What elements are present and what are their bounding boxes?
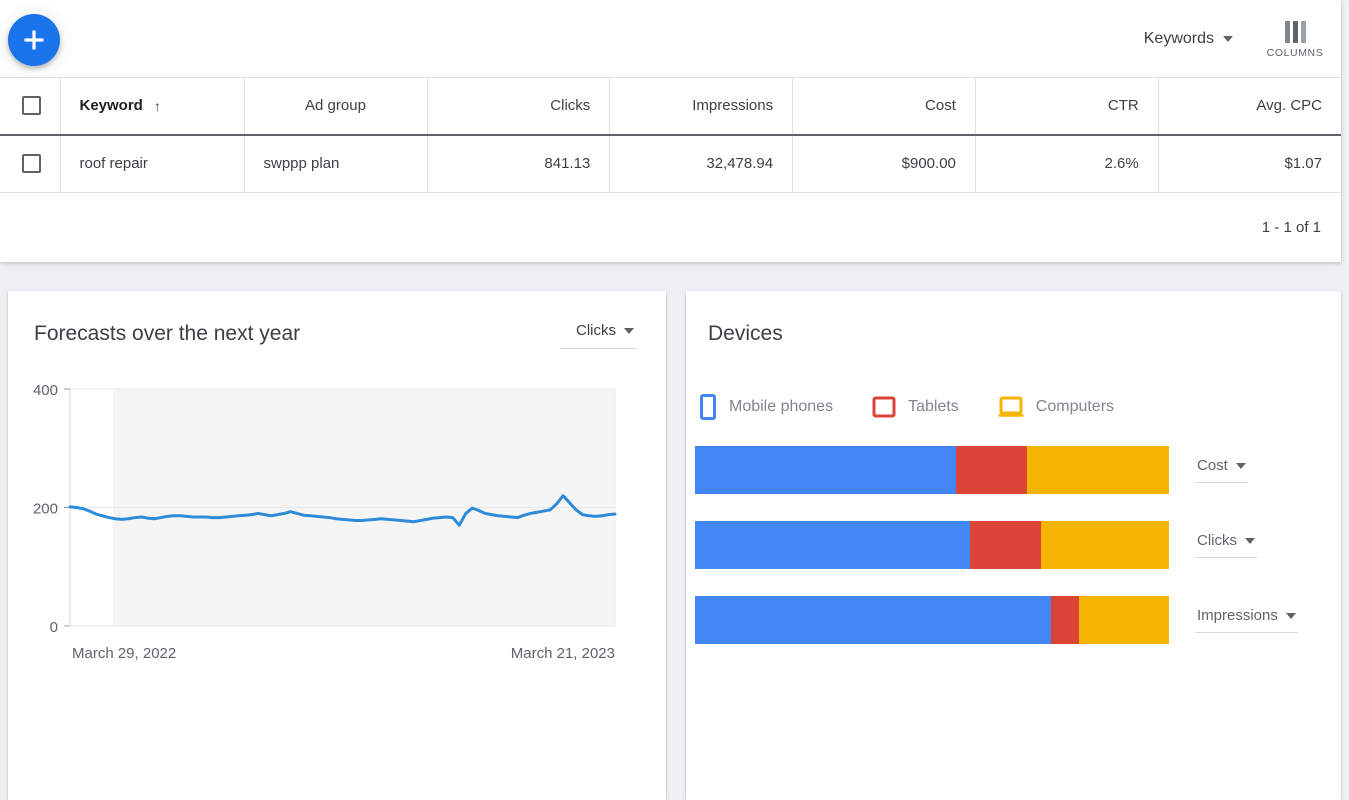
legend-item-tablets[interactable]: Tablets — [871, 394, 959, 420]
bar-segment-tablet-impressions[interactable] — [1051, 596, 1079, 644]
pagination-label: 1 - 1 of 1 — [1262, 219, 1321, 236]
cell-impressions: 32,478.94 — [610, 135, 793, 193]
devices-bar-chart: Cost Clicks Impressions — [686, 446, 1341, 644]
devices-bar-row-impressions: Impressions — [695, 596, 1341, 644]
column-header-keyword[interactable]: Keyword ↑ — [60, 78, 244, 135]
devices-metric-selector-clicks[interactable]: Clicks — [1195, 532, 1257, 558]
cell-keyword[interactable]: roof repair — [60, 135, 244, 193]
stacked-bar-cost — [695, 446, 1169, 494]
select-all-header — [0, 78, 60, 135]
tablet-icon — [871, 394, 897, 420]
plus-icon — [21, 27, 47, 53]
bar-segment-tablet-cost[interactable] — [956, 446, 1027, 494]
chevron-down-icon — [1223, 36, 1233, 42]
cell-clicks: 841.13 — [427, 135, 610, 193]
forecast-line-chart-svg: 0 200 400 March 29, 2022 March 21, 2023 — [8, 373, 666, 673]
stacked-bar-impressions — [695, 596, 1169, 644]
legend-label-mobile-phones: Mobile phones — [729, 398, 833, 416]
stacked-bar-clicks — [695, 521, 1169, 569]
forecast-metric-label: Clicks — [576, 322, 616, 339]
devices-bar-row-cost: Cost — [695, 446, 1341, 494]
table-toolbar: Keywords COLUMNS — [0, 0, 1341, 77]
table-header: Keyword ↑ Ad group Clicks Impressions Co… — [0, 78, 1341, 135]
cell-ad-group: swppp plan — [244, 135, 427, 193]
select-all-checkbox[interactable] — [22, 96, 41, 115]
bar-segment-mobile-impressions[interactable] — [695, 596, 1051, 644]
table-header-row: Keyword ↑ Ad group Clicks Impressions Co… — [0, 78, 1341, 135]
mobile-phone-icon — [698, 394, 718, 420]
columns-button[interactable]: COLUMNS — [1263, 19, 1327, 59]
row-select-cell — [0, 135, 60, 193]
table-body: roof repair swppp plan 841.13 32,478.94 … — [0, 135, 1341, 193]
column-header-clicks[interactable]: Clicks — [427, 78, 610, 135]
keywords-table: Keyword ↑ Ad group Clicks Impressions Co… — [0, 77, 1341, 193]
cell-cost: $900.00 — [793, 135, 976, 193]
sort-ascending-icon: ↑ — [154, 99, 161, 113]
forecasts-panel-title: Forecasts over the next year — [34, 322, 300, 346]
devices-bar-row-clicks: Clicks — [695, 521, 1341, 569]
chevron-down-icon — [1286, 613, 1296, 619]
forecasts-panel-header: Forecasts over the next year Clicks — [8, 291, 666, 349]
cell-avg-cpc: $1.07 — [1158, 135, 1341, 193]
devices-metric-selector-impressions[interactable]: Impressions — [1195, 607, 1298, 633]
legend-label-tablets: Tablets — [908, 398, 959, 416]
legend-label-computers: Computers — [1036, 398, 1114, 416]
row-checkbox[interactable] — [22, 154, 41, 173]
columns-button-label: COLUMNS — [1267, 47, 1324, 59]
devices-metric-label-clicks: Clicks — [1197, 532, 1237, 549]
bar-segment-computer-cost[interactable] — [1027, 446, 1169, 494]
cell-ctr: 2.6% — [975, 135, 1158, 193]
x-axis-start-label: March 29, 2022 — [72, 645, 176, 662]
devices-legend: Mobile phones Tablets Computers — [686, 346, 1341, 420]
add-keyword-button[interactable] — [8, 14, 60, 66]
x-axis-end-label: March 21, 2023 — [511, 645, 615, 662]
y-axis-tick-label: 0 — [50, 619, 58, 636]
devices-metric-label-impressions: Impressions — [1197, 607, 1278, 624]
chevron-down-icon — [1236, 463, 1246, 469]
view-selector[interactable]: Keywords — [1144, 30, 1233, 48]
bar-segment-tablet-clicks[interactable] — [970, 521, 1041, 569]
column-header-avg-cpc[interactable]: Avg. CPC — [1158, 78, 1341, 135]
column-header-ctr[interactable]: CTR — [975, 78, 1158, 135]
column-header-cost[interactable]: Cost — [793, 78, 976, 135]
devices-metric-selector-cost[interactable]: Cost — [1195, 457, 1248, 483]
forecast-line-chart: 0 200 400 March 29, 2022 March 21, 2023 — [8, 373, 666, 673]
y-axis-tick-label: 200 — [33, 501, 58, 518]
keywords-table-card: Keywords COLUMNS Keyword ↑ — [0, 0, 1341, 262]
chevron-down-icon — [1245, 538, 1255, 544]
forecasts-panel: Forecasts over the next year Clicks 0 200… — [8, 291, 666, 800]
view-selector-label: Keywords — [1144, 30, 1214, 48]
bar-segment-mobile-cost[interactable] — [695, 446, 956, 494]
pagination: 1 - 1 of 1 — [0, 193, 1341, 262]
computer-icon — [997, 394, 1025, 420]
column-header-impressions[interactable]: Impressions — [610, 78, 793, 135]
bar-segment-computer-impressions[interactable] — [1079, 596, 1169, 644]
y-axis-tick-label: 400 — [33, 382, 58, 399]
column-header-keyword-label: Keyword — [80, 97, 143, 114]
columns-icon — [1285, 21, 1306, 43]
table-row[interactable]: roof repair swppp plan 841.13 32,478.94 … — [0, 135, 1341, 193]
legend-item-mobile-phones[interactable]: Mobile phones — [698, 394, 833, 420]
bar-segment-computer-clicks[interactable] — [1041, 521, 1169, 569]
forecast-metric-selector[interactable]: Clicks — [560, 322, 638, 349]
devices-metric-label-cost: Cost — [1197, 457, 1228, 474]
column-header-ad-group[interactable]: Ad group — [244, 78, 427, 135]
bar-segment-mobile-clicks[interactable] — [695, 521, 970, 569]
devices-panel-title: Devices — [708, 322, 1341, 346]
devices-panel: Devices Mobile phones Tablets Computers — [686, 291, 1341, 800]
chevron-down-icon — [624, 328, 634, 334]
legend-item-computers[interactable]: Computers — [997, 394, 1114, 420]
